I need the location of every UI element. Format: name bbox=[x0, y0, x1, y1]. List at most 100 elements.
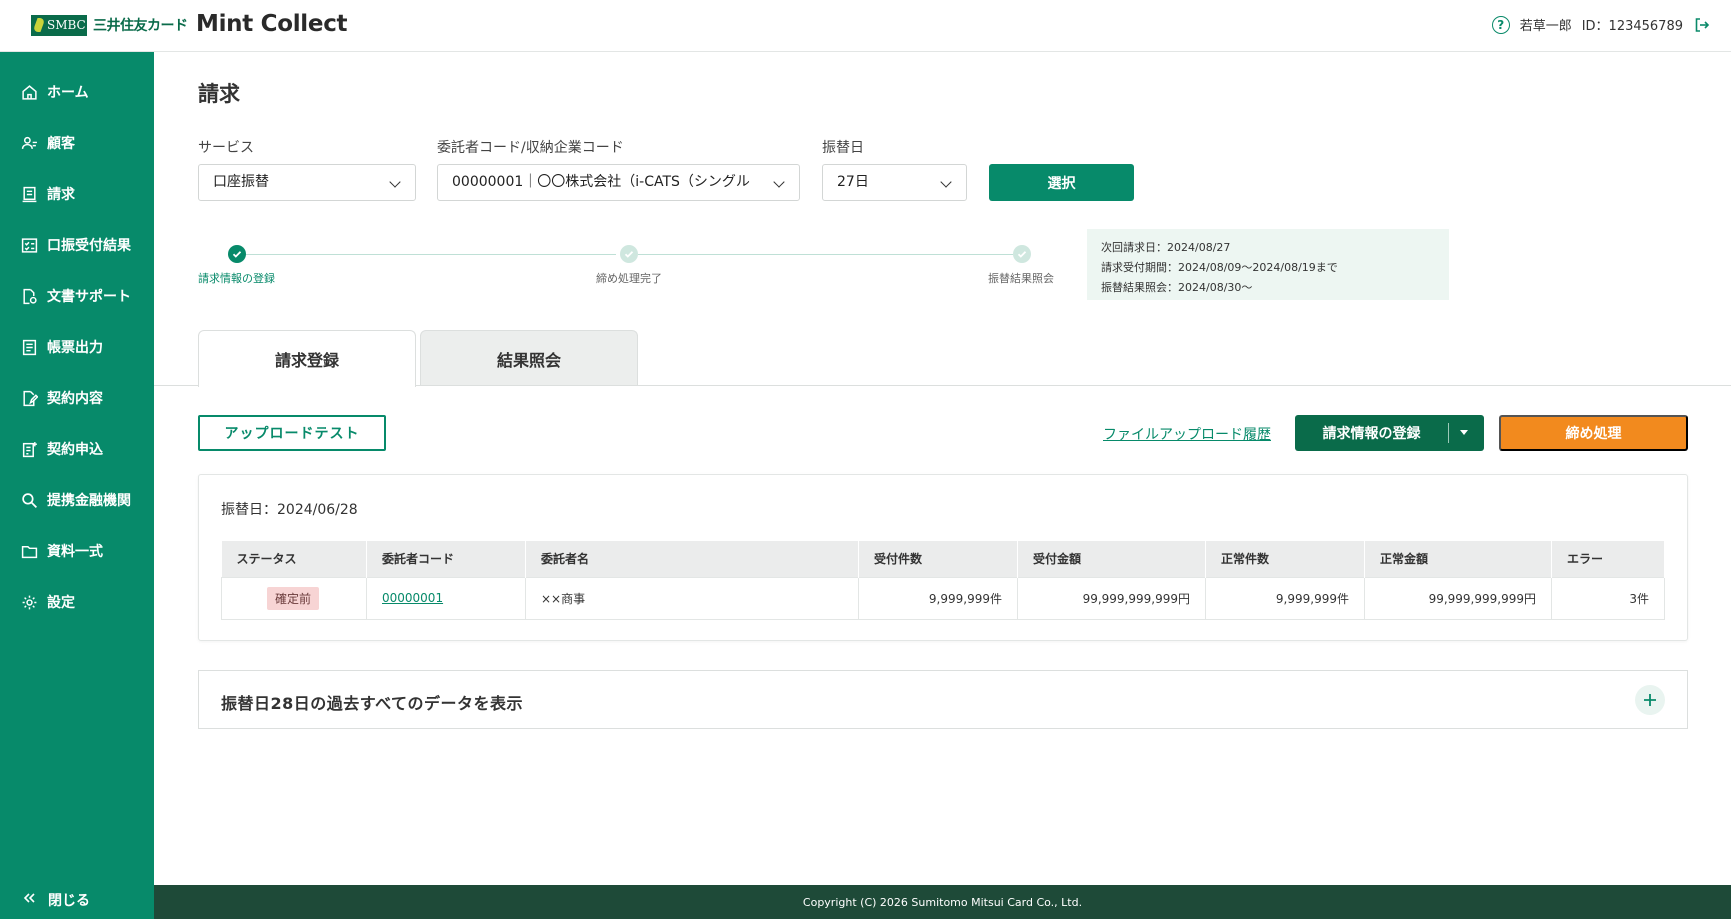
caret-down-icon[interactable] bbox=[1460, 430, 1468, 435]
received-count-cell: 9,999,999件 bbox=[858, 576, 1018, 620]
column-header: 委託者名 bbox=[525, 541, 859, 577]
sidebar-collapse-button[interactable]: 閉じる bbox=[0, 885, 154, 915]
transfer-day-select[interactable]: 27日 bbox=[822, 164, 967, 201]
normal-amount-cell: 99,999,999,999円 bbox=[1364, 576, 1552, 620]
sidebar-item-label: 提携金融機関 bbox=[47, 493, 131, 509]
stepper-line bbox=[246, 254, 616, 255]
sidebar-item-customers[interactable]: 顧客 bbox=[0, 123, 154, 163]
transfer-day-label: 振替日 bbox=[822, 140, 864, 156]
double-chevron-left-icon bbox=[22, 891, 36, 909]
folder-icon bbox=[20, 542, 38, 560]
table-row: 確定前 00000001 ××商事 9,999,999件 99,999,999,… bbox=[221, 576, 1665, 620]
received-amount-cell: 99,999,999,999円 bbox=[1017, 576, 1206, 620]
sidebar-item-label: 資料一式 bbox=[47, 544, 103, 560]
sidebar-item-label: 顧客 bbox=[47, 136, 75, 152]
service-value: 口座振替 bbox=[213, 174, 269, 190]
column-header: 正常金額 bbox=[1364, 541, 1552, 577]
document-gear-icon bbox=[20, 287, 38, 305]
billing-summary-card: 振替日：2024/06/28 ステータス 委託者コード 委託者名 受付件数 受付… bbox=[198, 474, 1688, 641]
sidebar-item-materials[interactable]: 資料一式 bbox=[0, 531, 154, 571]
step-check-icon bbox=[228, 245, 246, 263]
user-name: 若草一郎 bbox=[1519, 19, 1572, 34]
button-divider bbox=[1448, 423, 1449, 443]
sidebar-item-label: 文書サポート bbox=[47, 289, 131, 305]
step-label-results: 振替結果照会 bbox=[988, 272, 1054, 285]
select-button[interactable]: 選択 bbox=[989, 164, 1134, 201]
home-icon bbox=[20, 83, 38, 101]
search-icon bbox=[20, 491, 38, 509]
transfer-result-date: 振替結果照会：2024/08/30〜 bbox=[1101, 281, 1253, 294]
sidebar-item-label: 請求 bbox=[47, 187, 75, 203]
plus-icon[interactable] bbox=[1635, 685, 1665, 715]
page-title: 請求 bbox=[198, 82, 240, 106]
chevron-down-icon bbox=[389, 176, 401, 188]
sidebar-item-contract-application[interactable]: 契約申込 bbox=[0, 429, 154, 469]
user-id: ID：123456789 bbox=[1581, 19, 1683, 34]
sidebar-item-transfer-results[interactable]: 口振受付結果 bbox=[0, 225, 154, 265]
tab-billing-registration[interactable]: 請求登録 bbox=[198, 330, 416, 387]
brand-name: 三井住友カード bbox=[93, 18, 188, 34]
tab-result-inquiry[interactable]: 結果照会 bbox=[420, 330, 638, 386]
closing-process-button[interactable]: 締め処理 bbox=[1499, 415, 1688, 451]
step-check-icon bbox=[1013, 245, 1031, 263]
sidebar-item-document-support[interactable]: 文書サポート bbox=[0, 276, 154, 316]
column-header: 受付件数 bbox=[858, 541, 1018, 577]
billing-table: ステータス 委託者コード 委託者名 受付件数 受付金額 正常件数 正常金額 エラ… bbox=[221, 541, 1665, 620]
sidebar-item-contract-details[interactable]: 契約内容 bbox=[0, 378, 154, 418]
smbc-logo: SMBC bbox=[31, 15, 87, 36]
sidebar-item-partner-banks[interactable]: 提携金融機関 bbox=[0, 480, 154, 520]
service-label: サービス bbox=[198, 140, 254, 156]
chevron-down-icon bbox=[940, 176, 952, 188]
chevron-down-icon bbox=[773, 176, 785, 188]
normal-count-cell: 9,999,999件 bbox=[1205, 576, 1365, 620]
leaf-icon bbox=[32, 18, 46, 32]
copyright: Copyright (C) 2026 Sumitomo Mitsui Card … bbox=[802, 895, 1083, 909]
sidebar-item-report-output[interactable]: 帳票出力 bbox=[0, 327, 154, 367]
next-billing-date: 次回請求日：2024/08/27 bbox=[1101, 241, 1231, 254]
report-icon bbox=[20, 338, 38, 356]
column-header: 委託者コード bbox=[366, 541, 526, 577]
register-billing-button[interactable]: 請求情報の登録 bbox=[1295, 415, 1484, 451]
table-header-row: ステータス 委託者コード 委託者名 受付件数 受付金額 正常件数 正常金額 エラ… bbox=[221, 541, 1665, 577]
error-count-cell: 3件 bbox=[1551, 576, 1665, 620]
upload-history-link[interactable]: ファイルアップロード履歴 bbox=[1103, 424, 1271, 444]
sidebar-item-label: 口振受付結果 bbox=[47, 238, 131, 254]
app-name: Mint Collect bbox=[196, 11, 348, 37]
register-billing-label: 請求情報の登録 bbox=[1322, 426, 1421, 442]
sidebar-item-billing[interactable]: 請求 bbox=[0, 174, 154, 214]
checklist-icon bbox=[20, 236, 38, 254]
receipt-icon bbox=[20, 185, 38, 203]
footer: Copyright (C) 2026 Sumitomo Mitsui Card … bbox=[154, 885, 1731, 919]
consignor-value: 00000001｜〇〇株式会社（i-CATS（シングル bbox=[452, 174, 750, 190]
column-header: ステータス bbox=[221, 541, 367, 577]
transfer-day-value: 27日 bbox=[837, 174, 869, 190]
transfer-date: 振替日：2024/06/28 bbox=[221, 502, 358, 518]
application-icon bbox=[20, 440, 38, 458]
accordion-title: 振替日28日の過去すべてのデータを表示 bbox=[221, 694, 524, 713]
sidebar-item-label: 契約内容 bbox=[47, 391, 103, 407]
sidebar-item-home[interactable]: ホーム bbox=[0, 72, 154, 112]
sidebar-item-label: 設定 bbox=[47, 595, 75, 611]
sidebar: ホーム 顧客 請求 口振受付結果 文書サポート 帳票出力 契約内容 契約申込 提… bbox=[0, 52, 154, 919]
service-select[interactable]: 口座振替 bbox=[198, 164, 416, 201]
sidebar-collapse-label: 閉じる bbox=[48, 893, 90, 909]
sidebar-item-label: 帳票出力 bbox=[47, 340, 103, 356]
billing-acceptance-period: 請求受付期間：2024/08/09〜2024/08/19まで bbox=[1101, 261, 1338, 274]
sidebar-item-settings[interactable]: 設定 bbox=[0, 582, 154, 622]
upload-test-button[interactable]: アップロードテスト bbox=[198, 415, 386, 451]
status-cell: 確定前 bbox=[221, 576, 367, 620]
logout-icon[interactable] bbox=[1693, 16, 1711, 34]
step-check-icon bbox=[620, 245, 638, 263]
brand-abbr: SMBC bbox=[47, 18, 86, 32]
users-icon bbox=[20, 134, 38, 152]
column-header: 正常件数 bbox=[1205, 541, 1365, 577]
app-header: SMBC 三井住友カード Mint Collect ? 若草一郎 ID：1234… bbox=[0, 0, 1731, 52]
sidebar-item-label: ホーム bbox=[47, 85, 89, 101]
consignor-select[interactable]: 00000001｜〇〇株式会社（i-CATS（シングル bbox=[437, 164, 800, 201]
contract-edit-icon bbox=[20, 389, 38, 407]
help-icon[interactable]: ? bbox=[1491, 15, 1510, 34]
past-data-accordion[interactable]: 振替日28日の過去すべてのデータを表示 bbox=[198, 670, 1688, 729]
step-label-register: 請求情報の登録 bbox=[198, 272, 275, 285]
name-cell: ××商事 bbox=[525, 576, 859, 620]
consignor-code-link[interactable]: 00000001 bbox=[382, 591, 443, 605]
